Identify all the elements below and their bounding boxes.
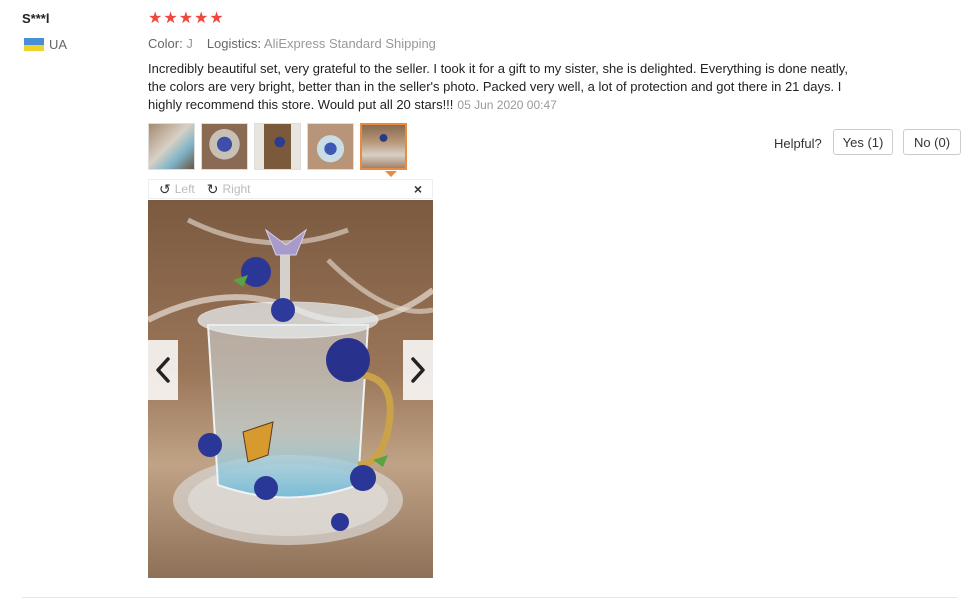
review-thumbnails: [148, 123, 407, 170]
helpful-no-button[interactable]: No (0): [903, 129, 961, 155]
color-value: J: [186, 36, 193, 51]
review-text-block: Incredibly beautiful set, very grateful …: [148, 60, 868, 114]
logistics-meta: Logistics: AliExpress Standard Shipping: [207, 36, 436, 51]
color-meta: Color: J: [148, 36, 193, 51]
next-image-button[interactable]: [403, 340, 433, 400]
review-thumbnail[interactable]: [307, 123, 354, 170]
chevron-right-icon: [411, 357, 425, 383]
reviewer-name: S***l: [22, 11, 50, 26]
star-icon: ★: [148, 10, 163, 27]
star-icon: ★: [178, 10, 194, 27]
chevron-left-icon: [156, 357, 170, 383]
helpful-yes-button[interactable]: Yes (1): [833, 129, 893, 155]
review-thumbnail[interactable]: [254, 123, 301, 170]
rotate-right-icon: ↻: [206, 181, 219, 197]
color-label: Color:: [148, 36, 183, 51]
review-thumbnail[interactable]: [201, 123, 248, 170]
rotate-left-button[interactable]: ↺ Left: [159, 182, 195, 196]
star-icon: ★: [209, 10, 224, 27]
selected-thumbnail-caret: [385, 171, 397, 177]
star-icon: ★: [163, 10, 178, 27]
review-divider: [22, 597, 957, 598]
rotate-left-icon: ↺: [159, 181, 171, 197]
review-thumbnail[interactable]: [148, 123, 195, 170]
rotate-right-button[interactable]: ↻ Right: [207, 182, 251, 196]
prev-image-button[interactable]: [148, 340, 178, 400]
teacup-photo: [148, 200, 433, 578]
close-icon[interactable]: ×: [414, 181, 422, 197]
rating-stars: ★ ★ ★ ★ ★: [148, 9, 224, 29]
logistics-value: AliExpress Standard Shipping: [263, 36, 436, 51]
review-photo: [148, 200, 433, 578]
country-code: UA: [49, 37, 68, 52]
review-meta: Color: J Logistics: AliExpress Standard …: [148, 36, 436, 51]
helpful-label: Helpful?: [774, 136, 822, 151]
rotate-left-label: Left: [174, 182, 195, 196]
image-viewer-toolbar: ↺ Left ↻ Right ×: [148, 179, 433, 199]
logistics-label: Logistics:: [206, 36, 262, 51]
rotate-right-label: Right: [222, 182, 251, 196]
review-date: 05 Jun 2020 00:47: [457, 98, 557, 112]
review-thumbnail-selected[interactable]: [360, 123, 407, 170]
reviewer-country: UA: [24, 37, 67, 52]
ukraine-flag-icon: [24, 38, 44, 51]
star-icon: ★: [194, 10, 209, 27]
